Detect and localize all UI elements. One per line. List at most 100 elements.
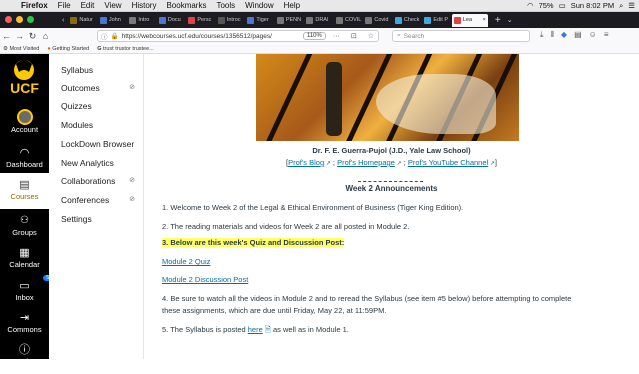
downloads-icon[interactable]: ⤓	[540, 30, 544, 40]
browser-tab[interactable]: Check	[393, 14, 422, 27]
tab-strip: ‹ Natur John Intro Docu Persc Introc Tiger PENN…	[0, 12, 639, 28]
url-bar[interactable]: ⓘ 🔒 https://webcourses.ucf.edu/courses/1…	[97, 30, 379, 42]
spotlight-icon[interactable]: ⌕	[619, 1, 623, 11]
bookmark-getting-started[interactable]: ● Getting Started	[47, 46, 89, 52]
nav-groups[interactable]: ⚇ Groups	[0, 209, 49, 245]
tab-list-chevron-icon[interactable]: ⌄	[507, 16, 513, 24]
tab-label: Introc	[226, 17, 241, 23]
menu-edit[interactable]: Edit	[76, 1, 100, 10]
courses-icon: ▤	[19, 178, 30, 191]
tab-favicon-icon	[217, 16, 225, 24]
info-icon[interactable]: ⓘ	[101, 31, 108, 41]
nav-courses[interactable]: ▤ Courses	[0, 173, 49, 209]
document-icon[interactable]: 🗎	[265, 325, 271, 334]
account-icon[interactable]: ☺	[589, 30, 597, 40]
course-nav-outcomes[interactable]: Outcomes ⊘	[61, 83, 141, 93]
search-icon: ⌕	[397, 32, 401, 39]
menu-view[interactable]: View	[99, 1, 126, 10]
control-center-icon[interactable]: ☰	[628, 1, 635, 10]
back-icon[interactable]: ←	[0, 31, 13, 41]
zoom-level[interactable]: 110%	[302, 32, 326, 40]
tabs: Natur John Intro Docu Persc Introc Tiger PENN DR…	[68, 13, 489, 27]
tab-favicon-icon	[394, 16, 402, 24]
search-input[interactable]: ⌕ Search	[392, 30, 530, 42]
forward-icon[interactable]: →	[13, 31, 26, 41]
browser-tab[interactable]: PENN	[275, 14, 304, 27]
url-text[interactable]: https://webcourses.ucf.edu/courses/13565…	[122, 33, 272, 40]
announcement-3: 3. Below are this week's Quiz and Discus…	[162, 238, 345, 247]
nav-inbox[interactable]: ▭ 552 Inbox	[0, 274, 59, 310]
prof-homepage-link[interactable]: Prof's Homepage	[337, 158, 395, 167]
browser-tab[interactable]: Covid	[363, 14, 392, 27]
browser-tab[interactable]: Persc	[186, 14, 215, 27]
reload-icon[interactable]: ↻	[26, 31, 39, 42]
battery-percent[interactable]: 75%	[539, 1, 554, 10]
browser-tab[interactable]: John	[98, 14, 127, 27]
browser-tab[interactable]: Natur	[68, 14, 97, 27]
module-2-discussion-link[interactable]: Module 2 Discussion Post	[162, 275, 248, 284]
course-nav-conferences[interactable]: Conferences ⊘	[61, 195, 141, 205]
clock[interactable]: Sun 8:02 PM	[571, 1, 614, 10]
module-2-quiz-link[interactable]: Module 2 Quiz	[162, 257, 210, 266]
status-area: ◠ 75% ▭ Sun 8:02 PM ⌕ ☰	[527, 1, 639, 11]
announcement-1: 1. Welcome to Week 2 of the Legal & Ethi…	[162, 203, 464, 212]
tab-favicon-icon	[70, 16, 78, 24]
browser-tab[interactable]: Introc	[216, 14, 245, 27]
browser-tab[interactable]: DRAI	[304, 14, 333, 27]
zoom-window-button[interactable]	[27, 16, 34, 23]
menu-history[interactable]: History	[127, 1, 162, 10]
menu-help[interactable]: Help	[279, 1, 305, 10]
mac-menu-bar: Firefox File Edit View History Bookmarks…	[0, 0, 639, 12]
extension-icon[interactable]: ◆	[561, 30, 567, 40]
minimize-window-button[interactable]	[16, 16, 23, 23]
browser-tab[interactable]: Lea ×	[451, 13, 488, 27]
menu-window[interactable]: Window	[240, 1, 278, 10]
nav-account[interactable]: Account	[0, 106, 49, 142]
menu-file[interactable]: File	[53, 1, 76, 10]
browser-tab[interactable]: Intro	[127, 14, 156, 27]
hamburger-menu-icon[interactable]: ≡	[604, 30, 609, 40]
tab-label: Edit P	[433, 17, 449, 23]
bookmark-most-visited[interactable]: ⚙ Most Visited	[3, 46, 39, 52]
calendar-icon: ▦	[19, 246, 30, 259]
nav-calendar[interactable]: ▦ Calendar	[0, 241, 49, 277]
browser-tab[interactable]: Edit P	[422, 14, 451, 27]
course-nav-lockdown-browser[interactable]: LockDown Browser	[61, 139, 141, 149]
prof-youtube-link[interactable]: Prof's YouTube Channel	[408, 158, 488, 167]
library-icon[interactable]: ⫴	[551, 30, 554, 40]
nav-help[interactable]: ⓘ Help	[0, 338, 49, 374]
bookmark-trust[interactable]: G trust trustor trustee...	[97, 46, 154, 52]
browser-tab[interactable]: Docu	[157, 14, 186, 27]
tab-scroll-left-icon[interactable]: ‹	[62, 17, 64, 24]
course-nav-modules[interactable]: Modules	[61, 120, 141, 130]
new-tab-icon[interactable]: +	[495, 15, 501, 26]
pocket-icon[interactable]: ⊡	[347, 32, 361, 40]
close-tab-icon[interactable]: ×	[483, 17, 486, 23]
page-actions-icon[interactable]: ···	[329, 33, 344, 40]
browser-tab[interactable]: COVIL	[334, 14, 363, 27]
menu-tools[interactable]: Tools	[211, 1, 240, 10]
course-nav-collaborations[interactable]: Collaborations ⊘	[61, 176, 141, 186]
browser-tab[interactable]: Tiger	[245, 14, 274, 27]
sidebar-icon[interactable]: ▤	[574, 30, 582, 40]
nav-commons[interactable]: ⇥ Commons	[0, 306, 49, 342]
bookmark-star-icon[interactable]: ☆	[364, 32, 378, 40]
home-icon[interactable]: ⌂	[39, 31, 52, 41]
prof-blog-link[interactable]: Prof's Blog	[288, 158, 324, 167]
syllabus-here-link[interactable]: here	[248, 325, 263, 334]
course-nav-settings[interactable]: Settings	[61, 214, 141, 224]
course-nav-quizzes[interactable]: Quizzes	[61, 101, 141, 111]
lock-icon: 🔒	[110, 33, 119, 40]
course-nav-new-analytics[interactable]: New Analytics	[61, 158, 141, 168]
close-window-button[interactable]	[5, 16, 12, 23]
menu-app-name[interactable]: Firefox	[16, 1, 53, 10]
menu-bookmarks[interactable]: Bookmarks	[161, 1, 211, 10]
dashboard-icon: ◠	[19, 146, 30, 159]
course-nav-syllabus[interactable]: Syllabus	[61, 65, 141, 75]
nav-dashboard[interactable]: ◠ Dashboard	[0, 141, 49, 177]
tab-favicon-icon	[365, 16, 373, 24]
tab-label: Intro	[138, 17, 150, 23]
announcement-5: 5. The Syllabus is posted here 🗎 as well…	[162, 325, 349, 334]
ucf-logo[interactable]: UCF	[7, 58, 42, 96]
wifi-icon[interactable]: ◠	[527, 1, 534, 10]
